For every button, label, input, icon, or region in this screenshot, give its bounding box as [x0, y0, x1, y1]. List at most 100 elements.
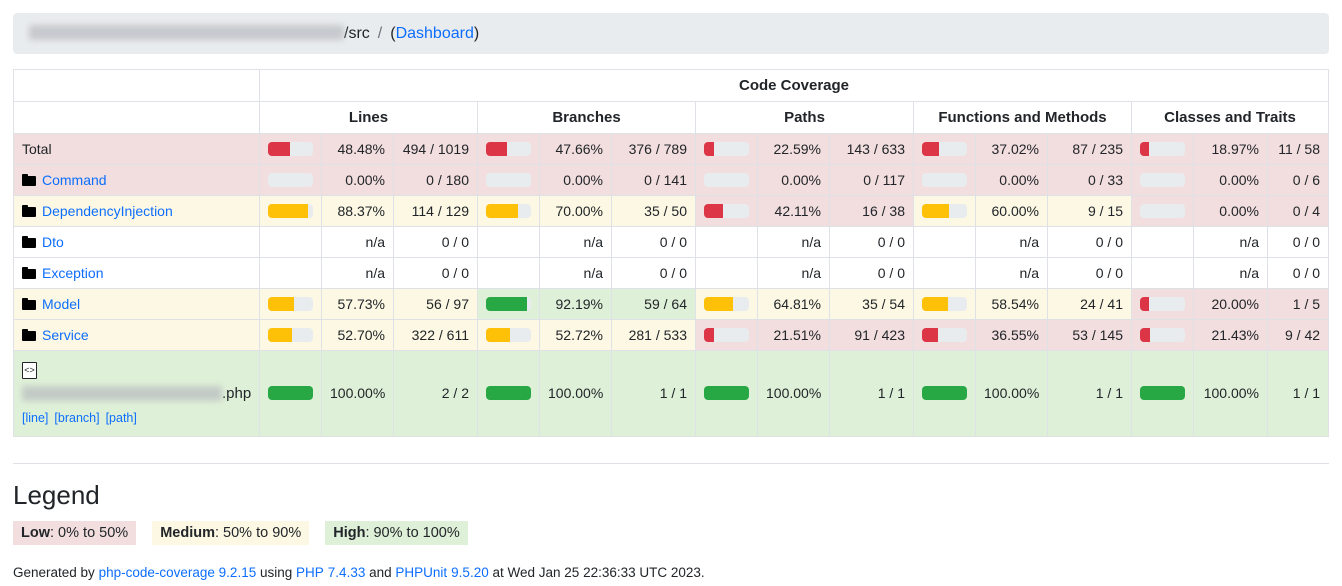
- breadcrumb-close-paren: ): [473, 24, 480, 42]
- legend-item-high: High: 90% to 100%: [325, 520, 468, 545]
- folder-icon: [22, 205, 36, 217]
- coverage-percent-functions: 100.00%: [975, 350, 1048, 437]
- coverage-percent-branches: 100.00%: [539, 350, 612, 437]
- row-label-total: Total: [13, 133, 260, 165]
- legend-title: Legend: [13, 479, 100, 510]
- coverage-percent-classes: 100.00%: [1193, 350, 1268, 437]
- coverage-bar-cell-functions: [913, 350, 976, 437]
- header-paths: Paths: [695, 101, 914, 134]
- directory-link-dependencyinjection[interactable]: DependencyInjection: [42, 203, 173, 219]
- file-extension: .php: [222, 385, 252, 402]
- coverage-bar-cell-lines: [259, 319, 322, 351]
- progress-bar-fill: [268, 386, 313, 401]
- directory-link-dto[interactable]: Dto: [42, 234, 64, 250]
- coverage-fraction-branches: 59 / 64: [611, 288, 696, 320]
- php-link[interactable]: PHP: [296, 565, 324, 580]
- progress-bar-fill: [1140, 386, 1185, 401]
- coverage-fraction-branches: 1 / 1: [611, 350, 696, 437]
- progress-bar-fill: [486, 328, 510, 342]
- coverage-bar-cell-functions: [913, 319, 976, 351]
- coverage-bar-cell-paths: [695, 164, 758, 196]
- legend-item-range: : 50% to 90%: [214, 524, 302, 541]
- table-body: Total 48.48% 494 / 1019 47.66% 376 / 789 22.5…: [13, 133, 1330, 437]
- file-sublink-path[interactable]: [path]: [106, 411, 137, 425]
- coverage-bar-cell-lines: [259, 350, 322, 437]
- coverage-bar-cell-paths: [695, 350, 758, 437]
- coverage-fraction-branches: 281 / 533: [611, 319, 696, 351]
- progress-bar-fill: [268, 142, 290, 156]
- coverage-percent-branches: 47.66%: [539, 133, 612, 165]
- coverage-fraction-functions: 53 / 145: [1047, 319, 1132, 351]
- progress-bar-classes: [1140, 328, 1185, 342]
- progress-bar-fill: [268, 204, 308, 218]
- row-label-directory: Service: [13, 319, 260, 351]
- progress-bar-branches: [486, 386, 531, 401]
- coverage-fraction-lines: 322 / 611: [393, 319, 478, 351]
- legend-item-name: High: [333, 524, 366, 541]
- progress-bar-paths: [704, 328, 749, 342]
- progress-bar-branches: [486, 142, 531, 156]
- coverage-percent-paths: 42.11%: [757, 195, 830, 227]
- coverage-fraction-lines: 0 / 0: [393, 257, 478, 289]
- breadcrumb-src-label: /src: [344, 24, 370, 42]
- coverage-percent-lines: 57.73%: [321, 288, 394, 320]
- coverage-percent-branches: 70.00%: [539, 195, 612, 227]
- legend-item-range: : 90% to 100%: [365, 524, 460, 541]
- coverage-bar-cell-functions: [913, 164, 976, 196]
- php-version-link[interactable]: 7.4.33: [328, 565, 366, 580]
- legend-item-medium: Medium: 50% to 90%: [152, 520, 310, 545]
- progress-bar-functions: [922, 204, 967, 218]
- progress-bar-fill: [704, 297, 734, 311]
- progress-bar-classes: [1140, 386, 1185, 401]
- php-code-coverage-link[interactable]: php-code-coverage: [99, 565, 215, 580]
- total-label: Total: [22, 141, 52, 157]
- row-label-directory: Dto: [13, 226, 260, 258]
- coverage-percent-branches: n/a: [539, 257, 612, 289]
- coverage-fraction-paths: 91 / 423: [829, 319, 914, 351]
- coverage-fraction-branches: 0 / 141: [611, 164, 696, 196]
- progress-bar-classes: [1140, 142, 1185, 156]
- directory-link-command[interactable]: Command: [42, 172, 107, 188]
- coverage-bar-cell-classes: [1131, 133, 1194, 165]
- coverage-percent-paths: n/a: [757, 226, 830, 258]
- progress-bar-fill: [486, 386, 531, 401]
- coverage-bar-cell-lines: [259, 226, 322, 258]
- legend-item-name: Low: [21, 524, 50, 541]
- coverage-fraction-lines: 56 / 97: [393, 288, 478, 320]
- footer-and: and: [369, 564, 392, 580]
- coverage-fraction-functions: 24 / 41: [1047, 288, 1132, 320]
- folder-icon: [22, 329, 36, 341]
- progress-bar-branches: [486, 328, 531, 342]
- progress-bar-functions: [922, 297, 967, 311]
- directory-link-service[interactable]: Service: [42, 327, 89, 343]
- file-sub-links: [line] [branch] [path]: [22, 409, 251, 428]
- coverage-percent-branches: 0.00%: [539, 164, 612, 196]
- directory-link-exception[interactable]: Exception: [42, 265, 103, 281]
- dashboard-link[interactable]: Dashboard: [396, 25, 474, 43]
- coverage-bar-cell-paths: [695, 319, 758, 351]
- coverage-fraction-functions: 9 / 15: [1047, 195, 1132, 227]
- legend-divider: [13, 462, 1329, 464]
- phpunit-link[interactable]: PHPUnit: [395, 565, 447, 580]
- php-code-coverage-version-link[interactable]: 9.2.15: [219, 565, 257, 580]
- coverage-percent-branches: 92.19%: [539, 288, 612, 320]
- breadcrumb-separator: /: [377, 24, 383, 42]
- progress-bar-functions: [922, 328, 967, 342]
- coverage-percent-lines: 88.37%: [321, 195, 394, 227]
- file-sublink-branch[interactable]: [branch]: [54, 411, 99, 425]
- coverage-fraction-classes: 1 / 1: [1266, 350, 1330, 437]
- coverage-percent-branches: n/a: [539, 226, 612, 258]
- directory-link-model[interactable]: Model: [42, 296, 80, 312]
- progress-bar-fill: [922, 142, 939, 156]
- coverage-fraction-functions: 0 / 0: [1047, 226, 1132, 258]
- table-row: Total 48.48% 494 / 1019 47.66% 376 / 789 22.5…: [13, 133, 1330, 165]
- row-label-directory: DependencyInjection: [13, 195, 260, 227]
- coverage-table: Code Coverage Lines Branches Paths Funct…: [13, 69, 1330, 437]
- coverage-bar-cell-functions: [913, 195, 976, 227]
- file-sublink-line[interactable]: [line]: [22, 411, 48, 425]
- coverage-percent-functions: n/a: [975, 226, 1048, 258]
- coverage-fraction-lines: 0 / 180: [393, 164, 478, 196]
- coverage-bar-cell-lines: [259, 257, 322, 289]
- progress-bar-fill: [704, 328, 714, 342]
- phpunit-version-link[interactable]: 9.5.20: [451, 565, 489, 580]
